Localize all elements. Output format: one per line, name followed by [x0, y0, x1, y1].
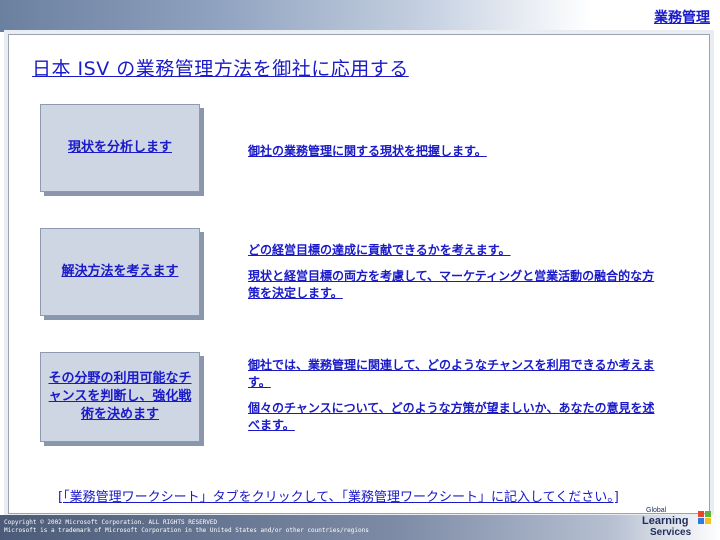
step-box-opportunity: その分野の利用可能なチャンスを判断し、強化戦術を決めます [40, 352, 200, 442]
step-box-solve: 解決方法を考えます [40, 228, 200, 316]
logo-services-text: Services [650, 527, 692, 538]
step-desc-solve-2: 現状と経営目標の両方を考慮して、マーケティングと営業活動の融合的な方策を決定しま… [248, 269, 655, 300]
copyright-line-2: Microsoft is a trademark of Microsoft Co… [4, 527, 369, 534]
page-title: 日本 ISV の業務管理方法を御社に応用する [32, 58, 409, 80]
step-box-analyze: 現状を分析します [40, 104, 200, 192]
top-banner [0, 0, 720, 32]
slide-section-title: 業務管理 [654, 10, 710, 26]
windows-flag-icon [698, 511, 711, 524]
worksheet-instruction: [「業務管理ワークシート」タブをクリックして、「業務管理ワークシート」に記入して… [58, 490, 619, 505]
step-desc-analyze: 御社の業務管理に関する現状を把握します。 [248, 144, 487, 158]
step-desc-solve-1: どの経営目標の達成に貢献できるかを考えます。 [248, 243, 511, 257]
copyright-text: Copyright © 2002 Microsoft Corporation. … [4, 519, 369, 535]
global-learning-services-logo: Global Learning Services [642, 507, 712, 539]
step-desc-opportunity-1: 御社では、業務管理に関連して、どのようなチャンスを利用できるか考えます。 [248, 358, 655, 389]
logo-global-text: Global [646, 507, 667, 514]
logo-learning-text: Learning [642, 515, 689, 527]
copyright-line-1: Copyright © 2002 Microsoft Corporation. … [4, 519, 218, 526]
step-desc-opportunity-2: 個々のチャンスについて、どのような方策が望ましいか、あなたの意見を述べます。 [248, 401, 655, 432]
